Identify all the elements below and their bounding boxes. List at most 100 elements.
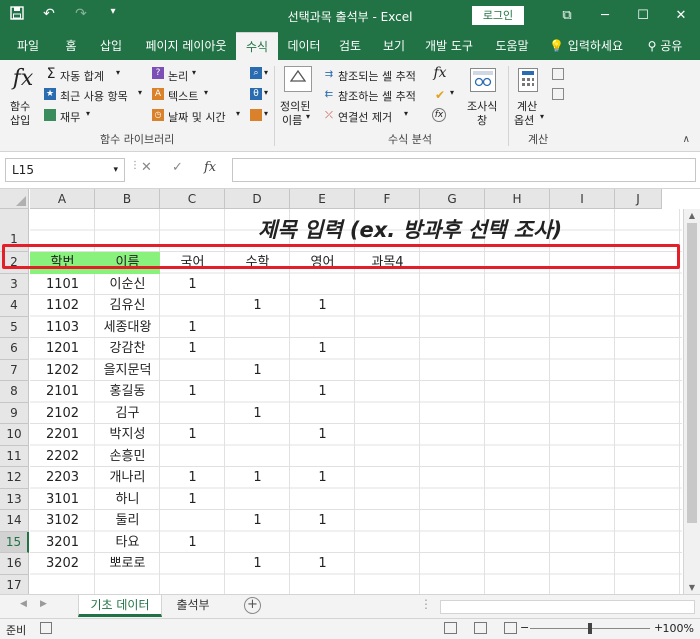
row-header[interactable]: 12 [0,467,29,489]
minimize-icon[interactable]: ─ [586,0,624,32]
data-cell[interactable]: 2102 [30,403,95,425]
data-cell[interactable]: 1101 [30,274,95,296]
scroll-down-icon[interactable]: ▼ [684,583,700,592]
row-header[interactable]: 7 [0,359,29,381]
lookup-icon[interactable]: ⌕ [250,67,262,79]
insert-function-fx-icon[interactable]: fx [204,160,216,175]
remove-arrows-button[interactable]: 연결선 제거 [338,109,392,125]
zoom-out-icon[interactable]: − [520,621,529,634]
data-cell[interactable]: 1 [160,381,225,403]
tab-developer[interactable]: 개발 도구 [418,32,480,60]
data-cell[interactable]: 1 [160,338,225,360]
column-header[interactable]: H [485,189,550,209]
data-cell[interactable]: 1 [160,317,225,339]
data-cell[interactable]: 1 [225,553,290,575]
autosum-dropdown-icon[interactable]: ▾ [116,68,120,77]
horizontal-scrollbar[interactable] [440,600,695,614]
text-button[interactable]: 텍스트 [168,88,198,104]
data-cell[interactable]: 3101 [30,489,95,511]
data-cell[interactable]: 1 [225,467,290,489]
recently-used-dropdown-icon[interactable]: ▾ [138,88,142,97]
data-cell[interactable]: 하니 [95,489,160,511]
data-cell[interactable]: 김유신 [95,295,160,317]
data-cell[interactable]: 박지성 [95,424,160,446]
data-cell[interactable]: 1 [160,489,225,511]
column-header[interactable]: E [290,189,355,209]
insert-function-icon[interactable]: fx [10,66,36,92]
tab-formulas[interactable]: 수식 [236,32,278,60]
redo-icon[interactable]: ↷ [72,6,90,24]
vertical-scrollbar[interactable]: ▲ ▼ [683,209,700,594]
row-header[interactable]: 1 [0,209,29,252]
text-dropdown-icon[interactable]: ▾ [204,88,208,97]
watch-window-label-2[interactable]: 창 [477,112,487,128]
normal-view-icon[interactable] [444,622,457,634]
row-header[interactable]: 2 [0,252,29,274]
header-cell[interactable]: 국어 [160,252,225,274]
show-formulas-icon[interactable]: fx [432,66,448,80]
tab-home[interactable]: 홈 [54,32,88,60]
tab-help[interactable]: 도움말 [486,32,538,60]
row-header[interactable]: 6 [0,338,29,360]
formula-bar-options-icon[interactable]: ⋮ [130,160,140,171]
defined-names-label-2[interactable]: 이름 [282,112,302,128]
page-break-view-icon[interactable] [504,622,517,634]
data-cell[interactable]: 1102 [30,295,95,317]
error-checking-dropdown-icon[interactable]: ▾ [450,88,454,97]
row-header[interactable]: 11 [0,445,29,467]
data-cell[interactable]: 1 [225,360,290,382]
data-cell[interactable]: 1 [290,467,355,489]
column-header[interactable]: C [160,189,225,209]
name-box[interactable]: L15 ▾ [5,158,125,182]
undo-icon[interactable]: ↶ [40,6,58,24]
data-cell[interactable]: 1 [290,338,355,360]
scroll-up-icon[interactable]: ▲ [684,211,700,220]
scroll-thumb[interactable] [687,223,697,523]
column-header[interactable]: D [225,189,290,209]
column-header[interactable]: I [550,189,615,209]
formula-input[interactable] [232,158,696,182]
more-functions-icon[interactable] [250,109,262,121]
data-cell[interactable]: 1 [290,381,355,403]
data-cell[interactable]: 1 [160,467,225,489]
data-cell[interactable]: 강감찬 [95,338,160,360]
tab-file[interactable]: 파일 [6,32,50,60]
row-header[interactable]: 15 [0,531,29,553]
enter-icon[interactable]: ✓ [172,160,183,175]
remove-arrows-dropdown-icon[interactable]: ▾ [404,109,408,118]
data-cell[interactable]: 2202 [30,446,95,468]
data-cell[interactable]: 1 [225,295,290,317]
data-cell[interactable]: 김구 [95,403,160,425]
tab-review[interactable]: 검토 [330,32,370,60]
share-button[interactable]: ⚲ 공유 [640,32,690,60]
math-icon[interactable]: θ [250,88,262,100]
data-cell[interactable]: 3102 [30,510,95,532]
data-cell[interactable]: 1103 [30,317,95,339]
data-cell[interactable]: 1201 [30,338,95,360]
column-header[interactable]: J [615,189,662,209]
customize-qat-icon[interactable]: ▾ [104,6,122,24]
close-icon[interactable]: ✕ [662,0,700,32]
zoom-slider-thumb[interactable] [588,623,592,634]
row-header[interactable]: 13 [0,488,29,510]
data-cell[interactable]: 1 [290,553,355,575]
row-header[interactable]: 4 [0,295,29,317]
insert-function-label-2[interactable]: 삽입 [10,112,30,128]
calc-options-label-2[interactable]: 옵션 [514,112,534,128]
page-layout-view-icon[interactable] [474,622,487,634]
data-cell[interactable]: 1 [160,424,225,446]
trace-precedents-button[interactable]: 참조되는 셀 추적 [338,68,416,84]
row-header[interactable]: 10 [0,424,29,446]
defined-names-icon[interactable] [284,66,312,92]
calculate-now-icon[interactable] [552,68,564,80]
worksheet-grid[interactable]: ABCDEFGHIJ 1 2 3 4 5 6 7 8 9 10 11 12 13 14 15 16 17 제목 … [0,189,700,596]
data-cell[interactable]: 뽀로로 [95,553,160,575]
data-cell[interactable]: 1 [225,403,290,425]
sheet-prev-icon[interactable]: ◀ [20,599,27,609]
tell-me-search[interactable]: 💡 입력하세요 [546,32,626,60]
logical-button[interactable]: 논리 [168,68,188,84]
data-cell[interactable]: 1 [290,510,355,532]
data-cell[interactable]: 1 [225,510,290,532]
calculate-sheet-icon[interactable] [552,88,564,100]
sheet-title-cell[interactable]: 제목 입력 (ex. 방과후 선택 조사) [258,209,562,252]
